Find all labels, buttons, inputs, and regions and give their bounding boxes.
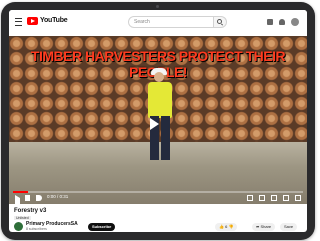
subscribe-button[interactable]: Subscribe [88,223,116,231]
play-icon[interactable] [150,118,159,130]
progress-fill [13,191,28,193]
thumbs-down-icon: 👎 [228,224,234,229]
video-title: Forestry v3 [14,208,47,214]
upload-icon[interactable] [267,19,273,25]
tablet-frame: YouTube Search TIMBER HARVESTERS PROTECT… [1,2,315,240]
subscriber-count: 8 subscribers [26,227,47,231]
channel-avatar[interactable] [14,222,23,231]
play-pause-icon[interactable] [15,195,20,204]
share-label: Share [260,224,272,229]
miniplayer-icon[interactable] [259,195,265,201]
save-label: Save [284,224,294,229]
worker-hi-vis-shirt [148,82,172,118]
share-icon: ➦ [256,224,260,229]
save-button[interactable]: Save [280,223,298,231]
search-icon[interactable] [213,16,227,28]
camera-dot [156,5,159,8]
thumbs-up-icon: 👍 [219,224,224,229]
menu-icon[interactable] [15,18,22,26]
theater-mode-icon[interactable] [271,195,277,201]
fullscreen-icon[interactable] [295,195,301,201]
time-display: 0:00 / 0:31 [47,194,69,199]
progress-bar[interactable] [13,191,303,193]
visibility-badge: Unlisted [14,216,31,220]
cast-icon[interactable] [283,195,289,201]
worker-head [154,72,164,82]
video-player[interactable]: TIMBER HARVESTERS PROTECT THEIR PEOPLE! … [9,36,307,204]
search-input[interactable]: Search [128,16,214,28]
bell-icon[interactable] [279,19,285,25]
avatar[interactable] [291,18,299,26]
youtube-logo-text[interactable]: YouTube [40,17,68,24]
next-icon[interactable] [25,195,30,201]
share-button[interactable]: ➦ Share [252,223,276,231]
like-count: 6 [225,224,228,229]
top-bar: YouTube Search [9,10,307,34]
volume-icon[interactable] [36,195,42,201]
settings-icon[interactable] [247,195,253,201]
screen: YouTube Search TIMBER HARVESTERS PROTECT… [9,10,307,232]
youtube-logo-icon[interactable] [27,17,38,25]
like-button[interactable]: 👍 6 👎 [215,223,238,231]
